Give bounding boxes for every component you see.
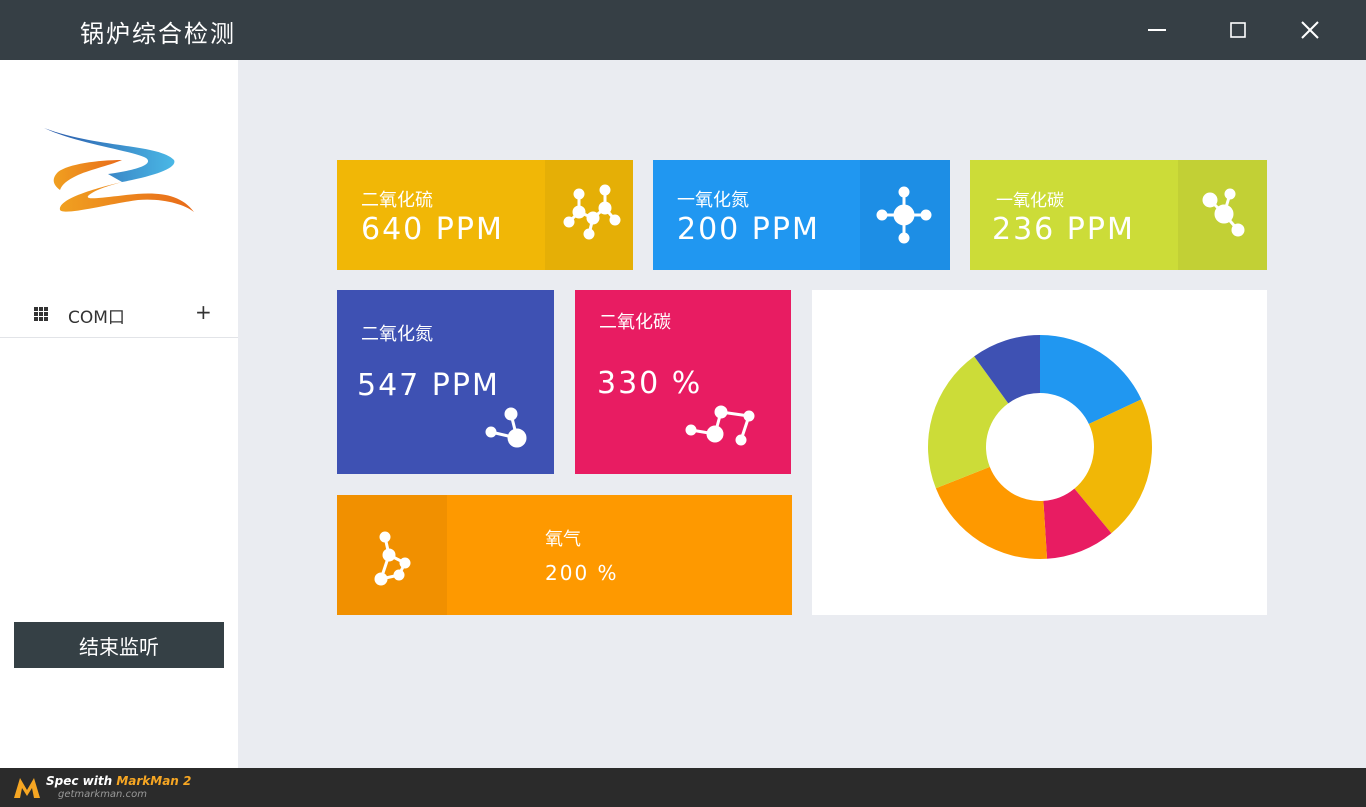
card-nitrogen-dioxide[interactable]: 二氧化氮 547 PPM — [337, 290, 554, 474]
card-value: 330 % — [597, 366, 703, 401]
molecule-icon — [374, 531, 411, 586]
molecule-icon — [563, 184, 621, 240]
card-icon-area — [545, 160, 633, 270]
markman-logo-icon — [14, 778, 40, 798]
card-icon-area — [860, 160, 950, 270]
card-value: 236 PPM — [992, 212, 1135, 247]
card-value: 200 PPM — [677, 212, 820, 247]
grid-icon — [34, 307, 48, 321]
app-title: 锅炉综合检测 — [80, 20, 236, 48]
sidebar: COM口 + 结束监听 — [0, 60, 238, 768]
brand-logo — [44, 128, 194, 212]
com-port-row: COM口 + — [0, 290, 238, 338]
molecule-icon — [1202, 188, 1245, 237]
title-bar: 锅炉综合检测 — [0, 0, 1366, 60]
close-button[interactable] — [1292, 12, 1328, 48]
molecule-icon — [485, 407, 527, 448]
card-icon-area — [1178, 160, 1267, 270]
close-icon — [1301, 21, 1319, 39]
card-label: 二氧化氮 — [361, 324, 433, 345]
card-oxygen[interactable]: 氧气 200 % — [337, 495, 792, 615]
stop-listening-button[interactable]: 结束监听 — [14, 622, 224, 668]
card-label: 一氧化碳 — [996, 191, 1064, 211]
card-icon-area — [337, 495, 447, 615]
card-label: 二氧化硫 — [361, 190, 433, 211]
footer-brand-name: MarkMan 2 — [116, 774, 192, 788]
maximize-icon — [1230, 22, 1246, 38]
molecule-icon — [876, 186, 932, 244]
minimize-icon — [1148, 29, 1166, 31]
card-label: 一氧化氮 — [677, 190, 749, 211]
card-value: 640 PPM — [361, 212, 504, 247]
molecule-icon — [685, 405, 755, 446]
card-label: 氧气 — [545, 529, 581, 550]
card-carbon-dioxide[interactable]: 二氧化碳 330 % — [575, 290, 791, 474]
card-value: 200 % — [545, 561, 619, 585]
card-carbon-monoxide[interactable]: 一氧化碳 236 PPM — [970, 160, 1267, 270]
footer-bar: Spec with MarkMan 2 getmarkman.com — [0, 768, 1366, 807]
card-nitric-oxide[interactable]: 一氧化氮 200 PPM — [653, 160, 950, 270]
footer-url: getmarkman.com — [58, 789, 147, 800]
footer-brand: Spec with MarkMan 2 — [46, 774, 191, 788]
maximize-button[interactable] — [1220, 12, 1256, 48]
card-value: 547 PPM — [357, 368, 500, 403]
card-label: 二氧化碳 — [599, 312, 671, 333]
donut-chart — [928, 335, 1152, 559]
footer-brand-prefix: Spec with — [46, 774, 117, 788]
add-port-button[interactable]: + — [195, 300, 212, 324]
com-port-label: COM口 — [68, 308, 125, 328]
chart-panel — [812, 290, 1267, 615]
card-sulfur-dioxide[interactable]: 二氧化硫 640 PPM — [337, 160, 633, 270]
minimize-button[interactable] — [1139, 12, 1175, 48]
